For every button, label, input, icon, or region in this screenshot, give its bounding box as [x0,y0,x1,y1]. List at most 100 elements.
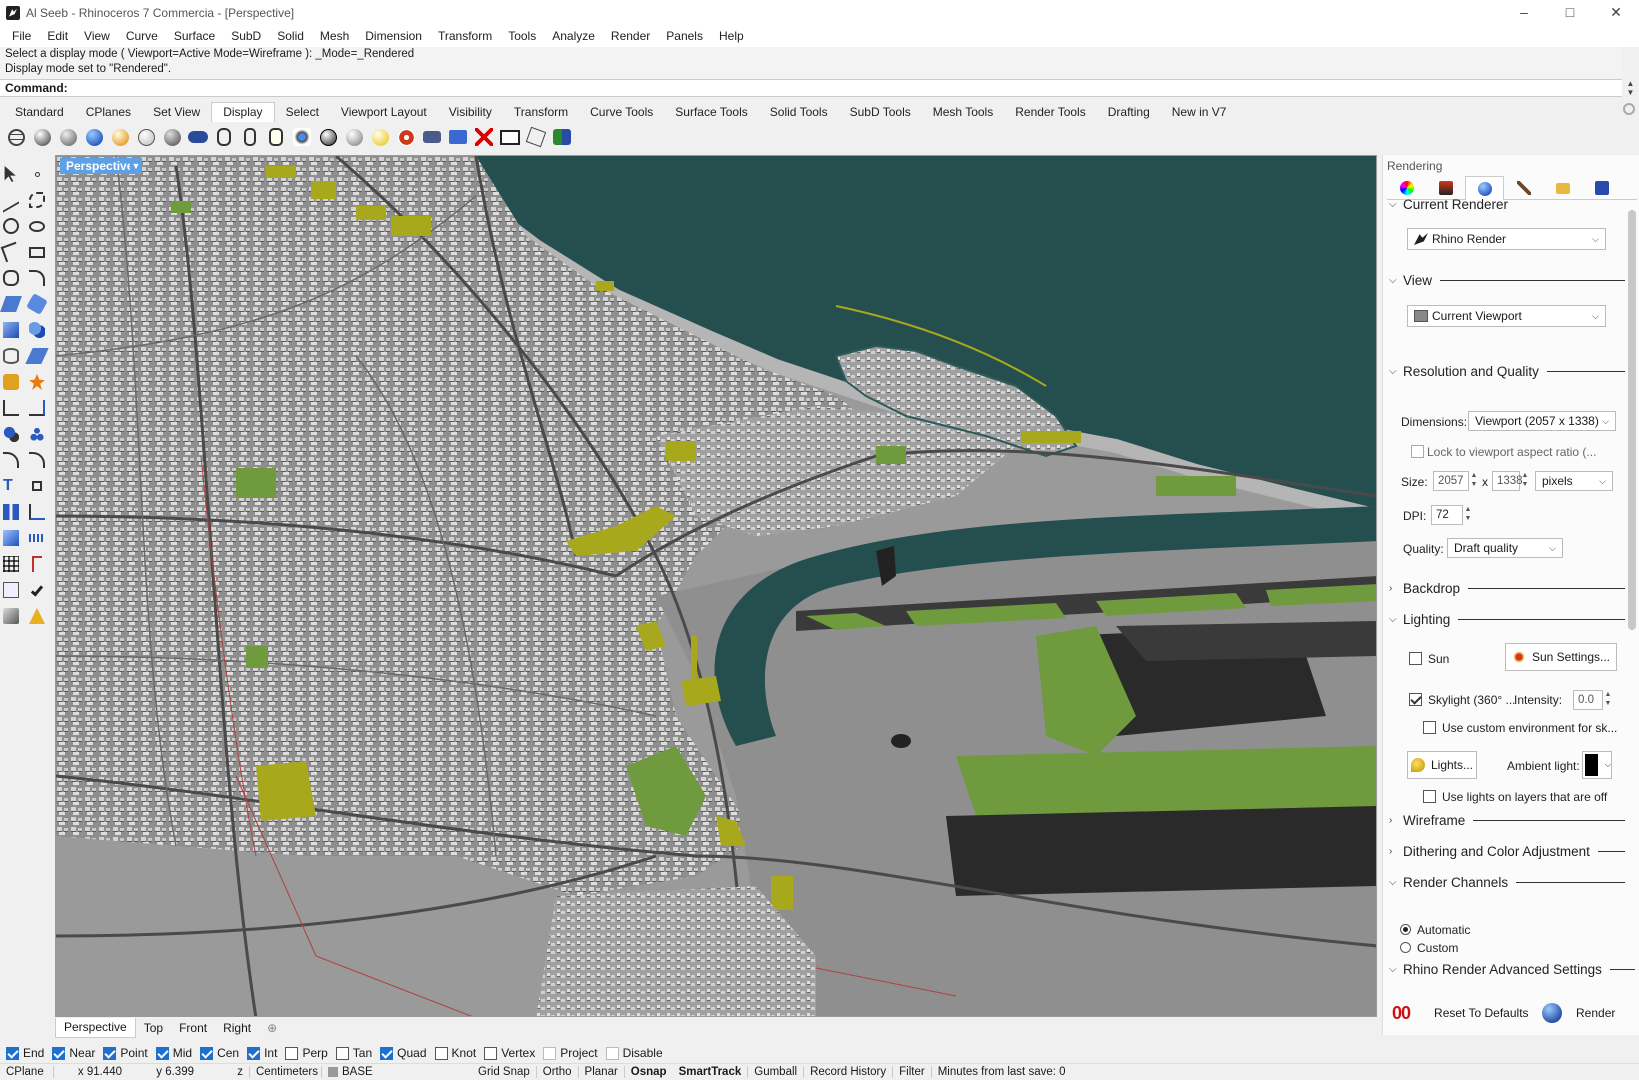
view-select[interactable]: Current Viewport ⌵ [1407,305,1606,327]
status-layer[interactable]: BASE [322,1066,472,1078]
checkbox-icon[interactable] [103,1046,117,1060]
hatch-icon[interactable] [26,527,48,549]
custom-environment-checkbox[interactable] [1423,721,1436,734]
command-scroll[interactable]: ▲ ▼ [1622,79,1639,97]
tab-viewport-layout[interactable]: Viewport Layout [330,103,438,122]
osnap-mid[interactable]: Mid [155,1046,192,1060]
document-icon[interactable] [0,579,22,601]
status-smarttrack[interactable]: SmartTrack [673,1066,749,1078]
sun-checkbox[interactable] [1409,652,1422,665]
size-height-input[interactable]: 1338 [1492,471,1523,491]
check-icon[interactable] [26,579,48,601]
vp-tab-front[interactable]: Front [171,1021,215,1035]
section-advanced-settings[interactable]: ⌵ Rhino Render Advanced Settings [1389,962,1635,977]
mesh-plane-icon[interactable] [25,345,49,367]
menu-edit[interactable]: Edit [39,29,76,43]
camera-target-icon[interactable] [446,125,470,149]
status-ortho[interactable]: Ortho [537,1066,579,1078]
rendered-blue-icon[interactable] [82,125,106,149]
solid-box-icon[interactable] [0,527,22,549]
tab-render-tools[interactable]: Render Tools [1004,103,1097,122]
status-osnap[interactable]: Osnap [625,1066,673,1078]
menu-curve[interactable]: Curve [118,29,166,43]
select-arrow-icon[interactable] [0,163,22,185]
section-wireframe[interactable]: › Wireframe [1389,813,1625,828]
status-filter[interactable]: Filter [893,1066,932,1078]
cube-wire-icon[interactable] [524,125,548,149]
channel-automatic-radio[interactable] [1400,924,1411,935]
menu-transform[interactable]: Transform [430,29,500,43]
layer-color-icon[interactable] [26,605,48,627]
perspective-viewport[interactable]: Perspective ▼ [55,155,1377,1017]
xray-mode-icon[interactable] [160,125,184,149]
spin-arrows-icon[interactable]: ▲ ▼ [1463,505,1473,523]
viewport-menu-arrow-icon[interactable]: ▼ [130,158,142,174]
spin-arrows-icon[interactable]: ▲ ▼ [1520,471,1530,489]
menu-file[interactable]: File [4,29,39,43]
checkbox-icon[interactable] [52,1046,66,1060]
technical-mode-icon[interactable] [186,125,210,149]
tab-set-view[interactable]: Set View [142,103,211,122]
spin-arrows-icon[interactable]: ▲ ▼ [1603,690,1613,708]
menu-tools[interactable]: Tools [500,29,544,43]
osnap-quad[interactable]: Quad [380,1046,427,1060]
box-icon[interactable] [0,319,22,341]
menu-panels[interactable]: Panels [658,29,711,43]
vp-tab-perspective[interactable]: Perspective [55,1018,136,1038]
move-icon[interactable] [26,449,48,471]
menu-analyze[interactable]: Analyze [544,29,603,43]
split-icon[interactable] [26,397,48,419]
curve-icon[interactable] [26,189,48,211]
tab-new-in-v7[interactable]: New in V7 [1161,103,1238,122]
section-dithering[interactable]: › Dithering and Color Adjustment [1389,844,1625,859]
polyline-icon[interactable] [0,187,22,213]
channel-custom-radio[interactable] [1400,942,1411,953]
panel-scrollbar[interactable] [1628,210,1636,630]
skylight-checkbox[interactable] [1409,693,1422,706]
reset-defaults-button[interactable]: 00 Reset To Defaults [1392,996,1542,1030]
raytraced-mode-icon[interactable] [316,125,340,149]
vp-tab-top[interactable]: Top [136,1021,171,1035]
camera-icon[interactable] [420,125,444,149]
tab-visibility[interactable]: Visibility [438,103,503,122]
section-render-channels[interactable]: ⌵ Render Channels [1389,875,1625,890]
points-on-icon[interactable] [26,423,48,445]
vp-tab-right[interactable]: Right [215,1021,259,1035]
section-current-renderer[interactable]: ⌵ Current Renderer [1389,197,1625,212]
artistic-mode-icon[interactable] [212,125,236,149]
ambient-color-picker[interactable]: ⌵ [1582,751,1612,779]
osnap-int[interactable]: Int [247,1046,277,1060]
polygon-icon[interactable] [0,267,22,289]
checkbox-icon[interactable] [155,1046,169,1060]
osnap-end[interactable]: End [6,1046,44,1060]
osnap-perp[interactable]: Perp [285,1046,328,1060]
render-settings-icon[interactable] [0,605,22,627]
object-display-icon[interactable] [550,125,574,149]
rendered-mode-icon[interactable] [56,125,80,149]
trim-icon[interactable] [0,397,22,419]
tab-subd-tools[interactable]: SubD Tools [839,103,922,122]
dpi-input[interactable]: 72 [1431,505,1463,525]
spin-arrows-icon[interactable]: ▲ ▼ [1469,471,1479,489]
osnap-near[interactable]: Near [52,1046,95,1060]
tab-curve-tools[interactable]: Curve Tools [579,103,664,122]
group-icon[interactable] [0,423,22,445]
checkbox-icon[interactable] [200,1046,214,1060]
tab-drafting[interactable]: Drafting [1097,103,1161,122]
checkbox-icon[interactable] [543,1046,557,1060]
size-unit-select[interactable]: pixels ⌵ [1535,471,1613,491]
rendered-orange-icon[interactable] [108,125,132,149]
cylinder-icon[interactable] [0,345,22,367]
tab-display[interactable]: Display [211,102,275,122]
light-bulb-icon[interactable] [368,125,392,149]
status-units[interactable]: Centimeters [250,1066,322,1078]
gear-icon[interactable] [1623,103,1635,115]
rectangle-icon[interactable] [26,241,48,263]
rotate-icon[interactable] [0,449,22,471]
monochrome-mode-icon[interactable] [264,125,288,149]
fillet-icon[interactable] [26,267,48,289]
array-icon[interactable] [0,501,22,523]
ghosted-mode-icon[interactable] [134,125,158,149]
checkbox-icon[interactable] [434,1046,448,1060]
checkbox-icon[interactable] [380,1046,394,1060]
